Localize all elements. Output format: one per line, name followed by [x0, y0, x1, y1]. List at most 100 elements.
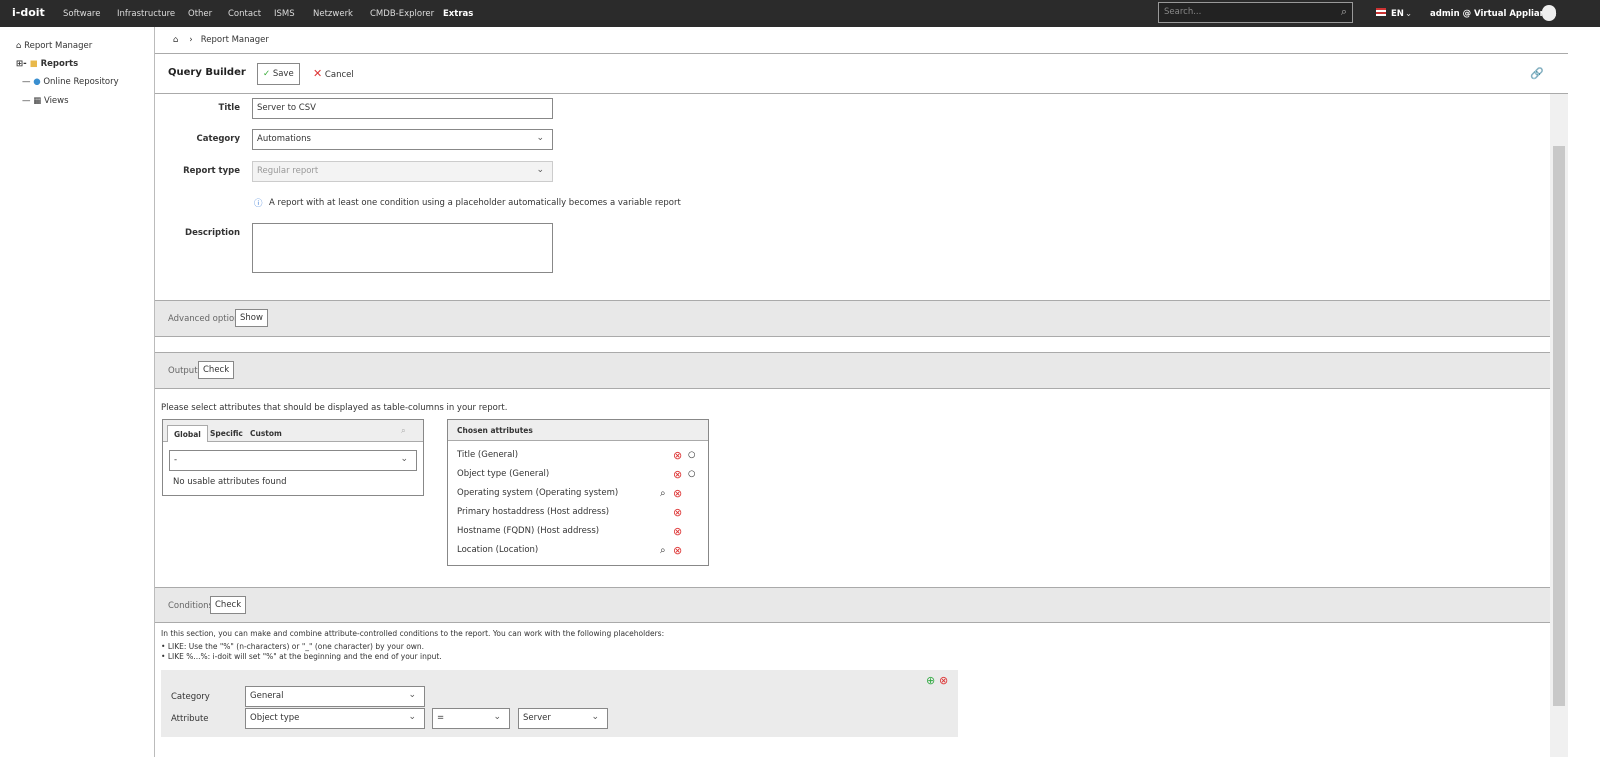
remove-icon[interactable]: ⊗	[673, 522, 682, 541]
remove-condition-icon[interactable]: ⊗	[939, 674, 948, 687]
nav-contact[interactable]: Contact	[228, 9, 261, 19]
nav-netzwerk[interactable]: Netzwerk	[313, 9, 353, 19]
select-value: =	[437, 713, 445, 723]
condition-attribute-select[interactable]: Object type ⌄	[245, 708, 425, 729]
chosen-attribute-row[interactable]: Primary hostaddress (Host address) ⊗	[448, 503, 708, 522]
output-hint: Please select attributes that should be …	[161, 403, 508, 413]
cancel-button[interactable]: ✕ Cancel	[313, 67, 354, 80]
tree-label: Report Manager	[24, 41, 93, 51]
category-label: Category	[196, 134, 240, 144]
search-icon[interactable]: ⌕	[660, 484, 666, 503]
conditions-label: Conditions	[168, 601, 213, 611]
expand-icon[interactable]: ⊞	[16, 59, 23, 69]
nav-extras[interactable]: Extras	[443, 9, 473, 19]
user-avatar-icon[interactable]	[1542, 5, 1556, 21]
attribute-select-value: -	[174, 455, 178, 465]
attribute-label: Hostname (FQDN) (Host address)	[457, 526, 600, 536]
report-type-value: Regular report	[257, 166, 319, 176]
remove-icon[interactable]: ⊗	[673, 503, 682, 522]
tree-item-online-repository[interactable]: — ● Online Repository	[22, 77, 119, 87]
tree-item-report-manager[interactable]: ⌂ Report Manager	[16, 41, 92, 51]
advanced-show-button[interactable]: Show	[235, 309, 268, 327]
attribute-label: Object type (General)	[457, 469, 550, 479]
output-bar: Output Check	[155, 352, 1550, 389]
remove-icon[interactable]: ⊗	[673, 541, 682, 560]
condition-block: ⊕ ⊗ Category General ⌄ Attribute Object t…	[161, 670, 958, 737]
home-icon[interactable]: ⌂	[173, 35, 178, 45]
sidebar: ⌂ Report Manager ⊞- ■ Reports — ● Online…	[0, 27, 155, 757]
condition-category-label: Category	[171, 692, 210, 702]
attribute-tabs: Global Specific Custom ⌕	[163, 420, 423, 442]
radio-icon[interactable]: ○	[688, 465, 695, 484]
scrollbar[interactable]	[1550, 94, 1568, 757]
nav-isms[interactable]: ISMS	[274, 9, 295, 19]
advanced-options-label: Advanced options	[168, 314, 244, 324]
chevron-down-icon: ⌄	[408, 712, 416, 722]
attribute-picker: Global Specific Custom ⌕ - ⌄ No usable at…	[162, 419, 424, 496]
condition-operator-select[interactable]: = ⌄	[432, 708, 510, 729]
condition-category-select[interactable]: General ⌄	[245, 686, 425, 707]
nav-software[interactable]: Software	[63, 9, 100, 19]
main-content: ⌂ › Report Manager Query Builder ✓ Save …	[155, 27, 1568, 757]
condition-attribute-label: Attribute	[171, 714, 209, 724]
tab-specific[interactable]: Specific	[210, 429, 243, 438]
chosen-attribute-row[interactable]: Location (Location) ⌕ ⊗	[448, 541, 708, 560]
chosen-attribute-row[interactable]: Title (General) ⊗ ○	[448, 446, 708, 465]
close-icon: ✕	[313, 67, 323, 80]
breadcrumb: ⌂ › Report Manager	[173, 35, 269, 45]
search-icon[interactable]: ⌕	[401, 426, 406, 436]
remove-icon[interactable]: ⊗	[673, 484, 682, 503]
chosen-attribute-row[interactable]: Hostname (FQDN) (Host address) ⊗	[448, 522, 708, 541]
logo[interactable]: i-doit	[12, 6, 45, 19]
radio-icon[interactable]: ○	[688, 446, 695, 465]
search-placeholder: Search...	[1164, 7, 1202, 17]
chosen-attribute-row[interactable]: Operating system (Operating system) ⌕ ⊗	[448, 484, 708, 503]
condition-value-select[interactable]: Server ⌄	[518, 708, 608, 729]
category-value: Automations	[257, 134, 311, 144]
title-input[interactable]: Server to CSV	[252, 98, 553, 119]
bullet-text: LIKE: Use the "%" (n-characters) or "_" …	[167, 642, 425, 651]
chosen-attribute-row[interactable]: Object type (General) ⊗ ○	[448, 465, 708, 484]
tree-item-views[interactable]: — ▦ Views	[22, 96, 69, 106]
chosen-attributes-box: Chosen attributes Title (General) ⊗ ○ Obje…	[447, 419, 709, 566]
top-bar: i-doit Software Infrastructure Other Con…	[0, 0, 1600, 27]
folder-icon: ■	[29, 59, 38, 69]
output-check-button[interactable]: Check	[198, 361, 235, 379]
search-icon[interactable]: ⌕	[1341, 5, 1347, 19]
tree-label: Reports	[40, 59, 79, 69]
attribute-label: Operating system (Operating system)	[457, 488, 619, 498]
search-input[interactable]: Search... ⌕	[1158, 2, 1353, 23]
nav-cmdb-explorer[interactable]: CMDB-Explorer	[370, 9, 434, 19]
scrollbar-thumb[interactable]	[1553, 146, 1565, 706]
tab-global[interactable]: Global	[167, 425, 208, 442]
save-button[interactable]: ✓ Save	[257, 63, 300, 85]
link-icon[interactable]: 🔗	[1530, 67, 1544, 80]
attribute-label: Location (Location)	[457, 545, 539, 555]
page-title: Query Builder	[168, 67, 246, 78]
tab-custom[interactable]: Custom	[250, 429, 282, 438]
chevron-down-icon: ⌄	[493, 712, 501, 722]
title-label: Title	[218, 103, 240, 113]
tree-label: Online Repository	[43, 77, 119, 87]
user-menu[interactable]: admin @ Virtual Appliance	[1430, 9, 1556, 19]
tree-label: Views	[43, 96, 69, 106]
attribute-select[interactable]: - ⌄	[169, 450, 417, 471]
add-condition-icon[interactable]: ⊕	[926, 674, 935, 687]
output-label: Output	[168, 366, 198, 376]
remove-icon[interactable]: ⊗	[673, 465, 682, 484]
description-label: Description	[185, 228, 240, 238]
chevron-down-icon: ⌄	[1405, 9, 1413, 19]
select-value: General	[250, 691, 284, 701]
report-type-label: Report type	[183, 166, 240, 176]
remove-icon[interactable]: ⊗	[673, 446, 682, 465]
nav-other[interactable]: Other	[188, 9, 212, 19]
tree-item-reports[interactable]: ⊞- ■ Reports	[16, 59, 78, 69]
nav-infrastructure[interactable]: Infrastructure	[117, 9, 175, 19]
description-textarea[interactable]	[252, 223, 553, 273]
conditions-check-button[interactable]: Check	[210, 596, 247, 614]
breadcrumb-current[interactable]: Report Manager	[201, 35, 269, 45]
empty-message: No usable attributes found	[173, 477, 287, 487]
search-icon[interactable]: ⌕	[660, 541, 666, 560]
language-selector[interactable]: EN	[1391, 9, 1404, 19]
category-select[interactable]: Automations ⌄	[252, 129, 553, 150]
